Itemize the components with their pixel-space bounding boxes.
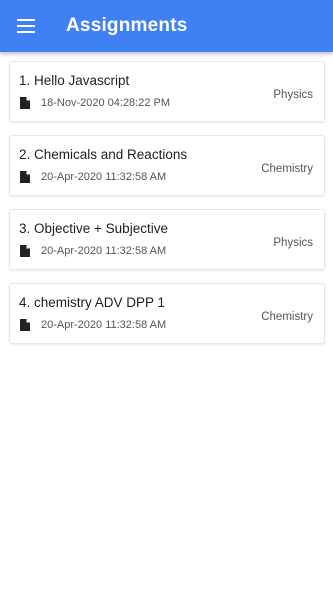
- assignment-subject: Chemistry: [261, 311, 313, 323]
- assignment-date: 20-Apr-2020 11:32:58 AM: [41, 171, 167, 183]
- assignment-title: 2. Chemicals and Reactions: [19, 147, 188, 162]
- file-icon: [20, 97, 30, 109]
- assignment-meta: 18-Nov-2020 04:28:22 PM: [20, 97, 170, 109]
- assignment-card[interactable]: 4. chemistry ADV DPP 1 20-Apr-2020 11:32…: [9, 283, 325, 344]
- file-icon: [20, 245, 30, 257]
- menu-icon: [17, 19, 35, 33]
- page-title: Assignments: [66, 15, 188, 36]
- assignment-date: 20-Apr-2020 11:32:58 AM: [41, 319, 167, 331]
- assignment-card[interactable]: 2. Chemicals and Reactions 20-Apr-2020 1…: [9, 135, 325, 196]
- assignment-card[interactable]: 1. Hello Javascript 18-Nov-2020 04:28:22…: [9, 61, 325, 122]
- assignment-date: 20-Apr-2020 11:32:58 AM: [41, 245, 167, 257]
- assignment-meta: 20-Apr-2020 11:32:58 AM: [20, 171, 166, 183]
- file-icon: [20, 319, 30, 331]
- assignment-date: 18-Nov-2020 04:28:22 PM: [41, 97, 171, 109]
- assignment-title: 4. chemistry ADV DPP 1: [19, 295, 166, 310]
- assignment-subject: Physics: [273, 89, 313, 101]
- assignment-meta: 20-Apr-2020 11:32:58 AM: [20, 319, 166, 331]
- assignment-card[interactable]: 3. Objective + Subjective 20-Apr-2020 11…: [9, 209, 325, 270]
- file-icon: [20, 171, 30, 183]
- assignment-list: 1. Hello Javascript 18-Nov-2020 04:28:22…: [9, 61, 325, 357]
- assignment-subject: Chemistry: [261, 163, 313, 175]
- assignment-title: 3. Objective + Subjective: [19, 221, 168, 236]
- app-bar: Assignments: [0, 0, 333, 52]
- assignment-subject: Physics: [273, 237, 313, 249]
- menu-button[interactable]: [0, 0, 52, 52]
- assignment-title: 1. Hello Javascript: [19, 73, 130, 88]
- assignment-meta: 20-Apr-2020 11:32:58 AM: [20, 245, 166, 257]
